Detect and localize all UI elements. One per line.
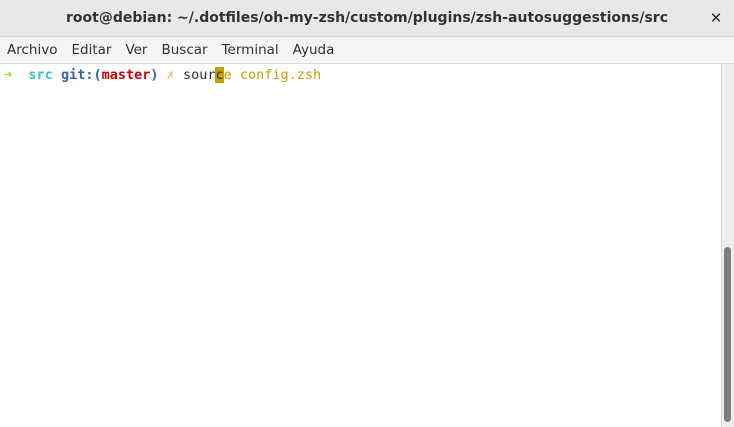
title-bar[interactable]: root@debian: ~/.dotfiles/oh-my-zsh/custo… [0, 0, 734, 37]
git-branch: master [101, 67, 151, 83]
menu-item-archivo[interactable]: Archivo [0, 37, 64, 64]
close-icon[interactable]: ✕ [708, 0, 724, 37]
scrollbar-thumb[interactable] [724, 247, 731, 422]
menu-item-ayuda[interactable]: Ayuda [286, 37, 342, 64]
autosuggestion-text: e config.zsh [223, 67, 322, 83]
menu-item-buscar[interactable]: Buscar [154, 37, 214, 64]
terminal-area[interactable]: ➜ src git:(master) ✗ source config.zsh [0, 64, 721, 427]
menu-bar: Archivo Editar Ver Buscar Terminal Ayuda [0, 37, 734, 64]
prompt-arrow-icon: ➜ [4, 67, 13, 83]
prompt-directory: src [28, 67, 53, 83]
prompt-line: ➜ src git:(master) ✗ source config.zsh [4, 67, 321, 84]
typed-command: sour [182, 67, 216, 83]
git-label: git: [60, 67, 94, 83]
text-cursor: c [215, 67, 224, 83]
git-paren-open: ( [93, 67, 102, 83]
menu-item-terminal[interactable]: Terminal [215, 37, 286, 64]
git-dirty-icon: ✗ [166, 67, 175, 83]
menu-item-editar[interactable]: Editar [64, 37, 118, 64]
git-paren-close: ) [150, 67, 159, 83]
menu-item-ver[interactable]: Ver [118, 37, 154, 64]
window-title: root@debian: ~/.dotfiles/oh-my-zsh/custo… [66, 10, 668, 26]
vertical-scrollbar[interactable] [721, 64, 734, 427]
